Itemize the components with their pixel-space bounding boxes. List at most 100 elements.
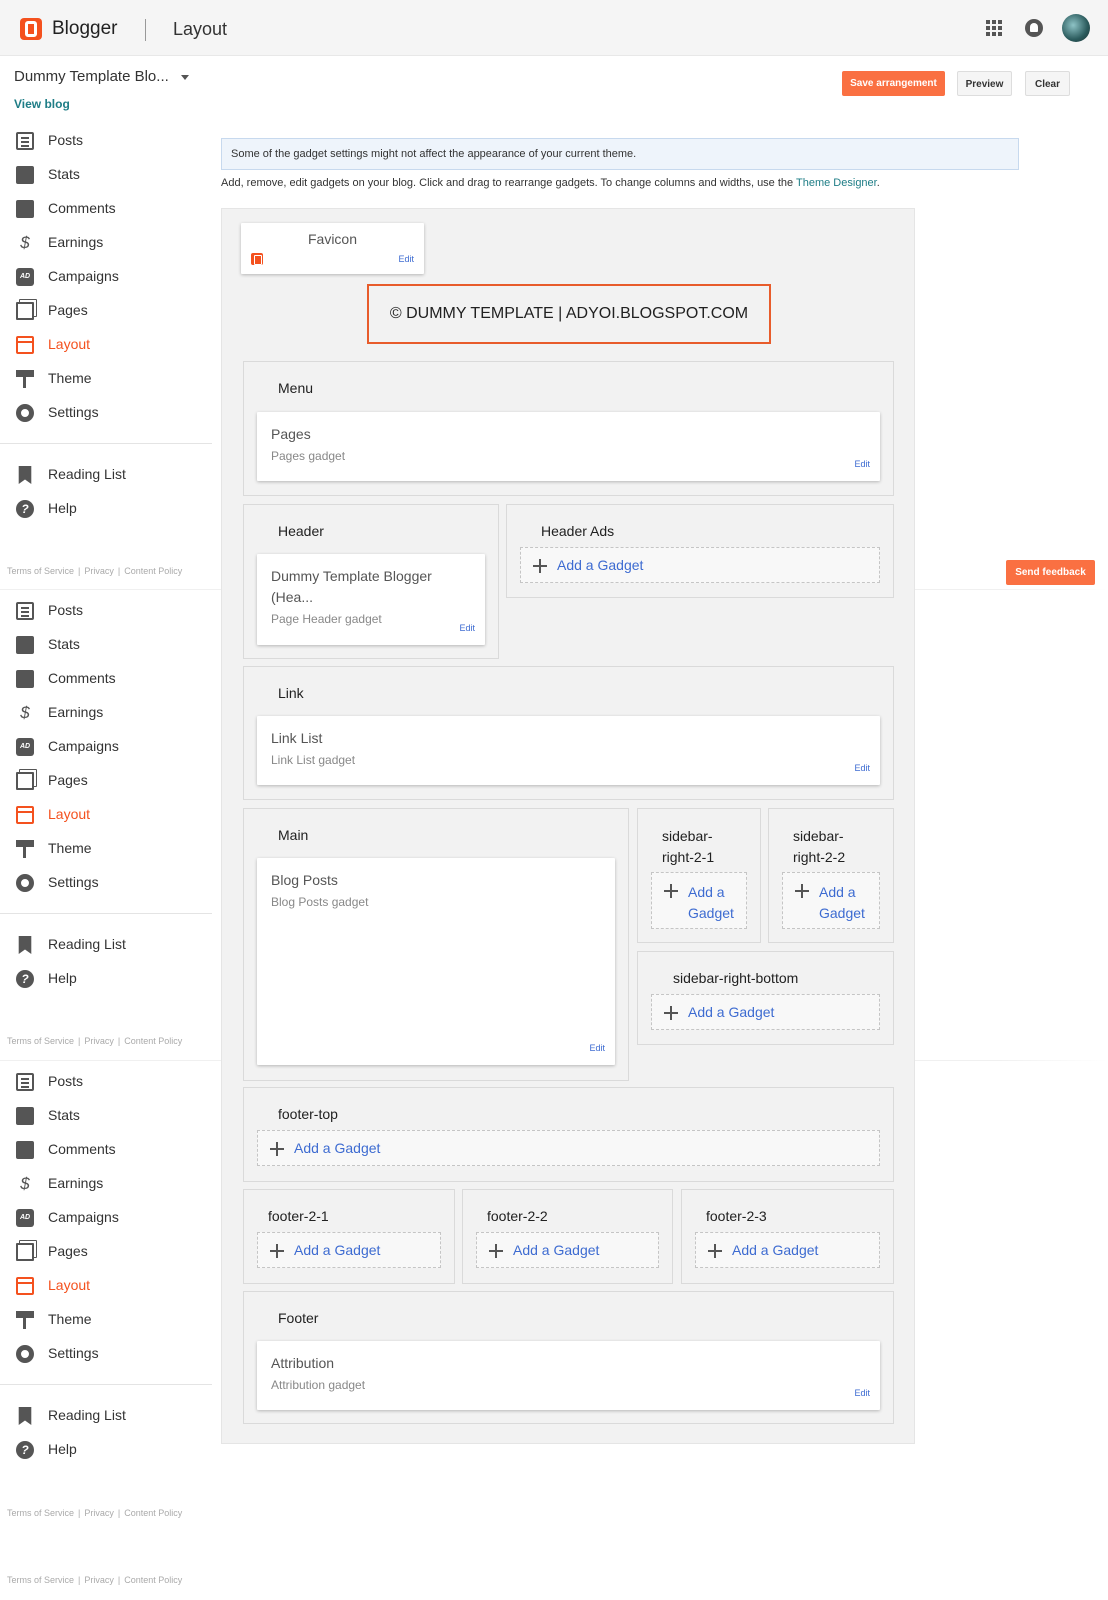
plus-icon (533, 559, 547, 573)
section-title: Header Ads (541, 523, 615, 539)
edit-link[interactable]: Edit (589, 1043, 605, 1053)
add-gadget-label: Add a Gadget (294, 1140, 381, 1156)
clear-button[interactable]: Clear (1025, 71, 1070, 96)
add-gadget-label: Add a Gadget (819, 882, 865, 924)
sidebar-item-label: Reading List (48, 1407, 126, 1423)
section-title-line: sidebar- (662, 828, 713, 844)
add-gadget-button[interactable]: Add a Gadget (476, 1232, 659, 1268)
blog-posts-gadget[interactable]: Blog Posts Blog Posts gadget Edit (257, 858, 615, 1065)
gadget-name: Link List (271, 730, 323, 746)
section-title: Main (278, 827, 309, 843)
sidebar-item-comments[interactable]: Comments (0, 1133, 212, 1167)
section-title: sidebar-right-2-2 (793, 826, 845, 868)
apps-grid-icon[interactable] (986, 20, 1002, 36)
add-gadget-button[interactable]: Add a Gadget (651, 872, 747, 929)
page-header-gadget[interactable]: Dummy Template Blogger (Hea... Page Heade… (257, 554, 485, 645)
sidebar-item-help[interactable]: Help (0, 1433, 212, 1467)
content-policy-link[interactable]: Content Policy (124, 1508, 182, 1518)
gadget-name-line: Dummy Template Blogger (271, 568, 432, 584)
gadget-type: Pages gadget (271, 449, 346, 463)
add-gadget-button[interactable]: Add a Gadget (695, 1232, 880, 1268)
notifications-icon[interactable] (1025, 19, 1043, 37)
add-gadget-label: Add a Gadget (688, 1004, 775, 1020)
sidebar-item-stats[interactable]: Stats (0, 1099, 212, 1133)
layout-icon (16, 1277, 34, 1295)
link-list-gadget[interactable]: Link List Link List gadget Edit (257, 716, 880, 785)
settings-icon (16, 1345, 34, 1363)
sidebar-item-layout[interactable]: Layout (0, 1269, 212, 1303)
section-title: footer-2-2 (487, 1208, 548, 1224)
send-feedback-button[interactable]: Send feedback (1006, 560, 1095, 585)
sidebar-item-earnings[interactable]: Earnings (0, 1167, 212, 1201)
instructions-text: Add, remove, edit gadgets on your blog. … (221, 177, 797, 189)
posts-icon (16, 1073, 34, 1091)
section-title: Header (278, 523, 324, 539)
privacy-link[interactable]: Privacy (84, 1575, 114, 1585)
sidebar-item-settings[interactable]: Settings (0, 1337, 212, 1371)
comments-icon (16, 1141, 34, 1159)
plus-icon (795, 884, 809, 898)
gadget-name-line: (Hea... (271, 589, 314, 605)
attribution-gadget[interactable]: Attribution Attribution gadget Edit (257, 1341, 880, 1410)
gadget-type: Attribution gadget (271, 1378, 366, 1392)
add-gadget-label: Add a Gadget (557, 557, 644, 573)
favicon-icon (251, 253, 263, 265)
sidebar-item-label: Pages (48, 1243, 88, 1259)
add-gadget-button[interactable]: Add a Gadget (520, 547, 880, 583)
footer-links: Terms of Service | Privacy | Content Policy (7, 1575, 183, 1585)
terms-link[interactable]: Terms of Service (7, 1508, 74, 1518)
add-gadget-button[interactable]: Add a Gadget (257, 1130, 880, 1166)
save-arrangement-button[interactable]: Save arrangement (842, 71, 945, 96)
add-gadget-button[interactable]: Add a Gadget (782, 872, 880, 929)
theme-notice: Some of the gadget settings might not af… (221, 138, 1019, 170)
section-title: sidebar-right-2-1 (662, 826, 714, 868)
sidebar-item-theme[interactable]: Theme (0, 1303, 212, 1337)
gadget-name: Favicon (307, 231, 358, 247)
terms-link[interactable]: Terms of Service (7, 1575, 74, 1585)
gadget-name: Dummy Template Blogger (Hea... (271, 566, 432, 608)
plus-icon (270, 1244, 284, 1258)
section-title: footer-2-1 (268, 1208, 329, 1224)
add-gadget-label-line: Add a (819, 884, 856, 900)
sidebar-item-label: Layout (48, 1277, 91, 1293)
theme-icon (16, 1311, 34, 1329)
add-gadget-label: Add a Gadget (732, 1242, 819, 1258)
sidebar-item-label: Theme (48, 1311, 92, 1327)
reading-list-icon (18, 1407, 32, 1425)
edit-link[interactable]: Edit (854, 763, 870, 773)
add-gadget-button[interactable]: Add a Gadget (651, 994, 880, 1030)
campaigns-icon (16, 1209, 34, 1227)
plus-icon (664, 1006, 678, 1020)
sidebar-item-pages[interactable]: Pages (0, 1235, 212, 1269)
section-title: Footer (278, 1310, 319, 1326)
sidebar-item-label: Posts (48, 1073, 84, 1089)
sidebar-item-posts[interactable]: Posts (0, 1065, 212, 1099)
content-policy-link[interactable]: Content Policy (124, 1575, 182, 1585)
add-gadget-button[interactable]: Add a Gadget (257, 1232, 441, 1268)
sidebar-item-label: Comments (48, 1141, 116, 1157)
privacy-link[interactable]: Privacy (84, 1508, 114, 1518)
edit-link[interactable]: Edit (854, 459, 870, 469)
plus-icon (708, 1244, 722, 1258)
favicon-gadget[interactable]: Favicon Edit (241, 223, 424, 274)
sidebar-item-reading-list[interactable]: Reading List (0, 1399, 212, 1433)
edit-link[interactable]: Edit (854, 1388, 870, 1398)
theme-designer-link[interactable]: Theme Designer (796, 177, 877, 189)
edit-link[interactable]: Edit (398, 254, 414, 264)
gadget-name: Attribution (271, 1355, 335, 1371)
add-gadget-label-line: Add a (688, 884, 725, 900)
sidebar-divider (0, 1384, 212, 1385)
edit-link[interactable]: Edit (459, 623, 475, 633)
section-title: Link (278, 685, 304, 701)
footer-links: Terms of Service | Privacy | Content Policy (7, 1508, 183, 1518)
pages-gadget[interactable]: Pages Pages gadget Edit (257, 412, 880, 481)
avatar[interactable] (1062, 14, 1090, 42)
preview-button[interactable]: Preview (957, 71, 1012, 96)
copyright-banner: © DUMMY TEMPLATE | ADYOI.BLOGSPOT.COM (367, 284, 771, 344)
add-gadget-label: Add a Gadget (513, 1242, 600, 1258)
plus-icon (664, 884, 678, 898)
sidebar-item-campaigns[interactable]: Campaigns (0, 1201, 212, 1235)
help-icon (16, 1441, 34, 1459)
gadget-type: Blog Posts gadget (271, 895, 369, 909)
sidebar-item-label: Help (48, 1441, 77, 1457)
